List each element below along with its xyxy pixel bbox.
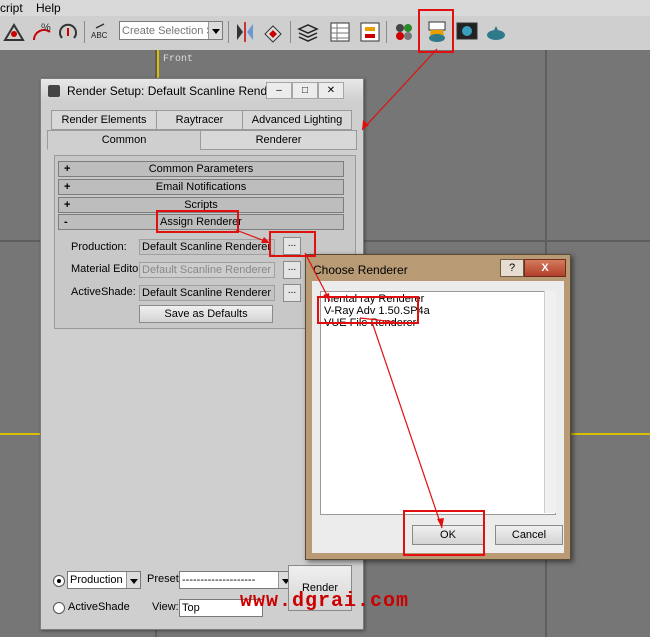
annotation-arrows: [235, 48, 444, 529]
watermark: www.dgrai.com: [240, 590, 410, 613]
